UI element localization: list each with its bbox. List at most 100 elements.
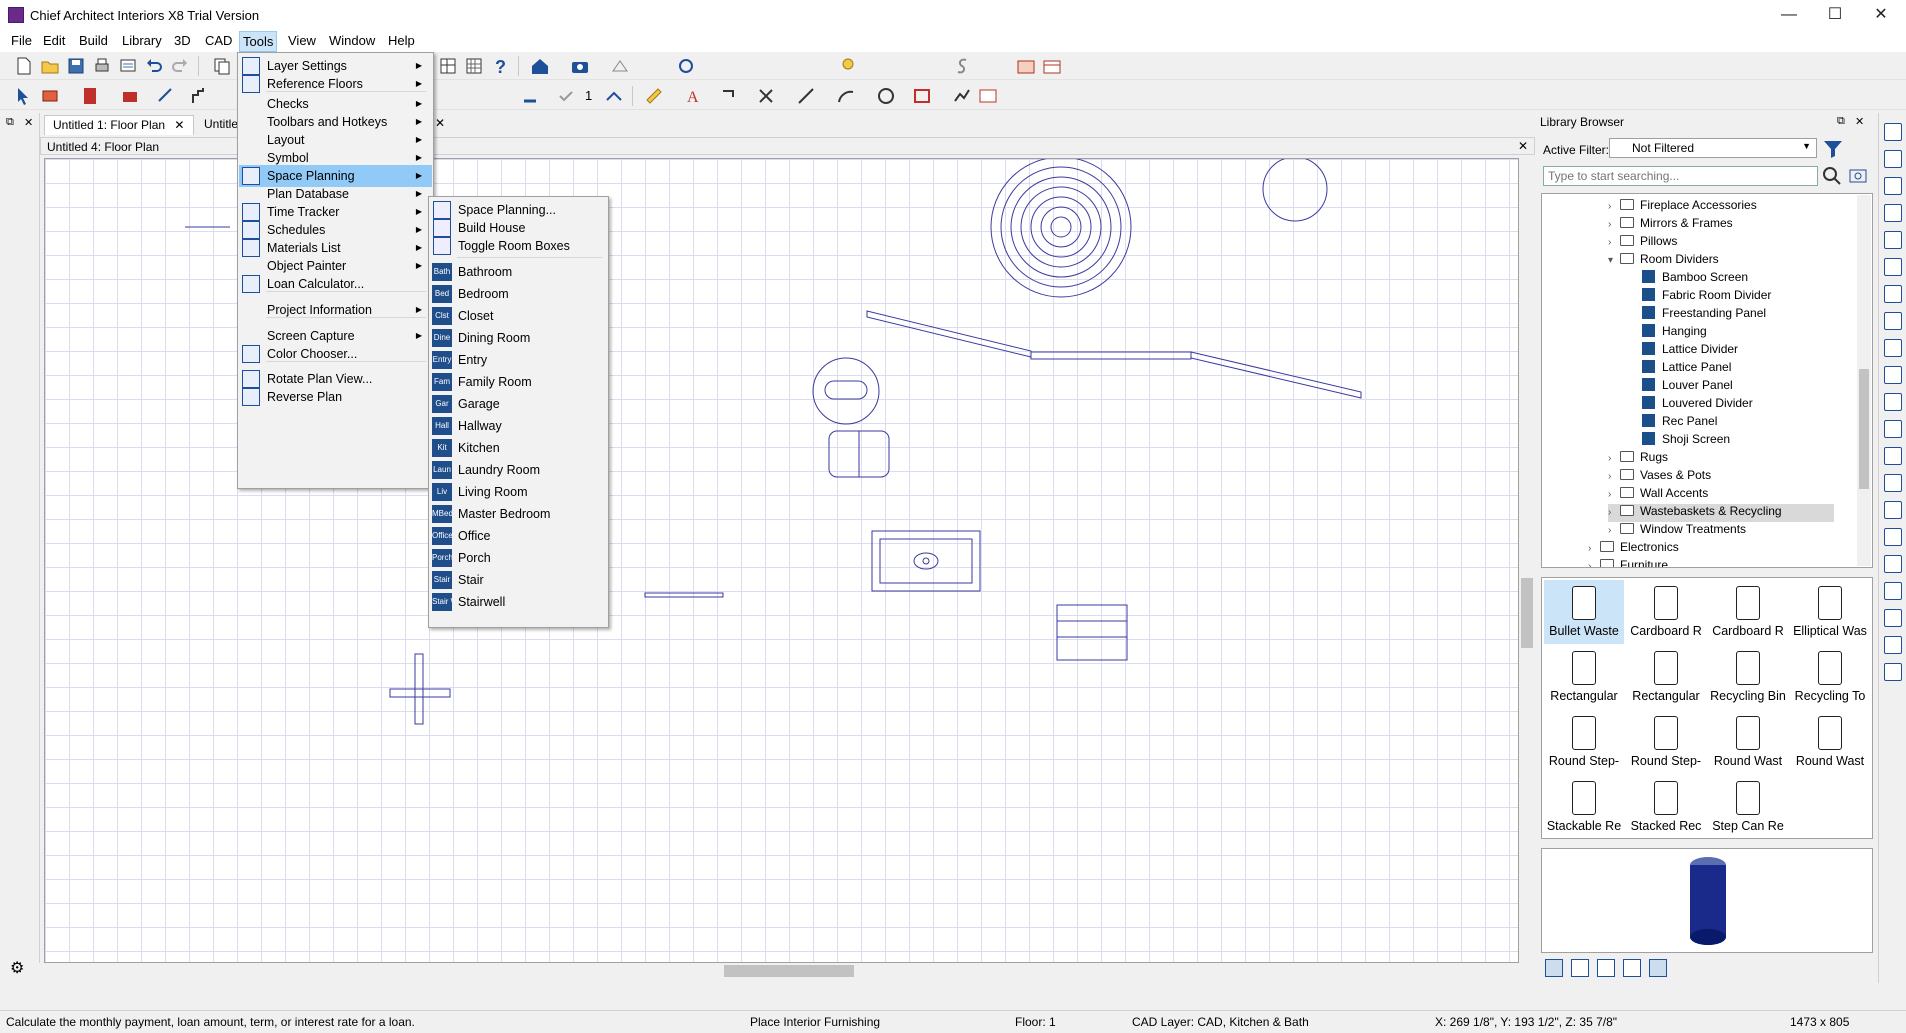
tools-menu-item-reverse-plan[interactable]: Reverse Plan bbox=[239, 386, 432, 408]
elevation-icon[interactable] bbox=[1042, 56, 1062, 76]
space-planning-item-entry[interactable]: Entry Entry bbox=[430, 349, 607, 371]
space-planning-item-bedroom[interactable]: Bed Bedroom bbox=[430, 283, 607, 305]
page-icon[interactable] bbox=[1884, 366, 1902, 384]
callout-icon[interactable] bbox=[720, 86, 740, 106]
space-planning-item-living-room[interactable]: Liv Living Room bbox=[430, 481, 607, 503]
search-object-icon[interactable] bbox=[1884, 474, 1902, 492]
s-curve-icon[interactable] bbox=[952, 56, 972, 76]
chevron-down-icon[interactable]: ▾ bbox=[1608, 255, 1620, 266]
new-document-icon[interactable] bbox=[14, 56, 34, 76]
layers-icon[interactable] bbox=[1884, 312, 1902, 330]
tree-item[interactable]: Hanging bbox=[1642, 324, 1707, 342]
chevron-right-icon[interactable]: › bbox=[1608, 237, 1620, 248]
library-search-input[interactable] bbox=[1543, 166, 1818, 186]
polyline-tool-icon[interactable] bbox=[952, 86, 972, 106]
library-item[interactable]: Stackable Re bbox=[1544, 775, 1624, 839]
tree-item[interactable]: Freestanding Panel bbox=[1642, 306, 1766, 324]
library-item[interactable]: Rectangular bbox=[1626, 645, 1706, 709]
tree-item[interactable]: Lattice Divider bbox=[1642, 342, 1738, 360]
library-item[interactable]: Round Step- bbox=[1626, 710, 1706, 774]
library-details-icon[interactable] bbox=[1597, 959, 1615, 977]
wall-tool-icon[interactable] bbox=[40, 86, 60, 106]
text-tool-icon[interactable]: A bbox=[684, 86, 704, 106]
library-item[interactable]: Step Can Re bbox=[1708, 775, 1788, 839]
fill-tool-icon[interactable] bbox=[520, 86, 540, 106]
space-planning-item-family-room[interactable]: Fam Family Room bbox=[430, 371, 607, 393]
tree-item[interactable]: Fabric Room Divider bbox=[1642, 288, 1771, 306]
line-tool-icon[interactable] bbox=[796, 86, 816, 106]
home-icon[interactable] bbox=[530, 56, 550, 76]
library-edit-icon[interactable] bbox=[1623, 959, 1641, 977]
tree-folder[interactable]: › Vases & Pots bbox=[1608, 468, 1711, 486]
menu-tools[interactable]: Tools bbox=[239, 31, 278, 52]
library-add-icon[interactable] bbox=[1649, 959, 1667, 977]
filter-icon[interactable] bbox=[1822, 138, 1844, 160]
search-options-icon[interactable] bbox=[1848, 166, 1868, 186]
tree-folder[interactable]: › Wastebaskets & Recycling bbox=[1608, 504, 1834, 522]
cross-icon[interactable] bbox=[756, 86, 776, 106]
chevron-right-icon[interactable]: › bbox=[1608, 489, 1620, 500]
space-planning-item-garage[interactable]: Gar Garage bbox=[430, 393, 607, 415]
tree-scrollbar[interactable] bbox=[1857, 195, 1871, 566]
menu-build[interactable]: Build bbox=[76, 33, 111, 48]
arc-tool-icon[interactable] bbox=[836, 86, 856, 106]
redo-icon[interactable] bbox=[170, 56, 190, 76]
tree-folder[interactable]: › Fireplace Accessories bbox=[1608, 198, 1757, 216]
menu-library[interactable]: Library bbox=[119, 33, 165, 48]
tree-folder[interactable]: › Electronics bbox=[1588, 540, 1679, 558]
settings-gear-icon[interactable]: ⚙ bbox=[10, 958, 24, 978]
camera-icon[interactable] bbox=[570, 56, 590, 76]
space-planning-item-kitchen[interactable]: Kit Kitchen bbox=[430, 437, 607, 459]
tree-folder[interactable]: › Pillows bbox=[1608, 234, 1677, 252]
save-icon[interactable] bbox=[66, 56, 86, 76]
space-planning-item-toggle-room-boxes[interactable]: Toggle Room Boxes bbox=[430, 235, 607, 257]
zoom-plus-icon[interactable] bbox=[1884, 150, 1902, 168]
chevron-right-icon[interactable]: › bbox=[1588, 561, 1600, 567]
place-object-icon[interactable] bbox=[1884, 393, 1902, 411]
library-item[interactable]: Elliptical Was bbox=[1790, 580, 1870, 644]
library-item[interactable]: Round Wast bbox=[1790, 710, 1870, 774]
menu-file[interactable]: File bbox=[8, 33, 35, 48]
stair-tool-icon[interactable] bbox=[190, 86, 210, 106]
library-item[interactable]: Recycling Bin bbox=[1708, 645, 1788, 709]
cabinet-icon[interactable] bbox=[1884, 420, 1902, 438]
grid-snap-icon[interactable] bbox=[1884, 609, 1902, 627]
circle-tool-icon[interactable] bbox=[876, 86, 896, 106]
tree-folder[interactable]: › Furniture bbox=[1588, 558, 1668, 567]
dimension-icon[interactable] bbox=[1884, 501, 1902, 519]
open-folder-icon[interactable] bbox=[40, 56, 60, 76]
cad-block-icon[interactable] bbox=[978, 86, 998, 106]
chevron-right-icon[interactable]: › bbox=[1608, 201, 1620, 212]
cabinet-tool-icon[interactable] bbox=[120, 86, 140, 106]
maximize-button[interactable]: ☐ bbox=[1812, 0, 1858, 30]
chevron-right-icon[interactable]: › bbox=[1608, 471, 1620, 482]
document-close-icon[interactable]: ✕ bbox=[1518, 139, 1528, 153]
swap-icon[interactable] bbox=[1884, 339, 1902, 357]
library-item[interactable]: Rectangular bbox=[1544, 645, 1624, 709]
space-planning-item-porch[interactable]: Porch Porch bbox=[430, 547, 607, 569]
chevron-up-icon[interactable] bbox=[604, 86, 624, 106]
library-item[interactable]: Recycling To bbox=[1790, 645, 1870, 709]
grid-icon[interactable] bbox=[1884, 582, 1902, 600]
library-list-icon[interactable] bbox=[1571, 959, 1589, 977]
vertical-scrollbar[interactable] bbox=[1519, 158, 1535, 963]
tab-close-icon[interactable]: ✕ bbox=[174, 118, 184, 132]
tree-folder[interactable]: › Mirrors & Frames bbox=[1608, 216, 1733, 234]
fit-icon[interactable] bbox=[1884, 231, 1902, 249]
expand-icon[interactable] bbox=[1884, 258, 1902, 276]
chevron-right-icon[interactable]: › bbox=[1608, 219, 1620, 230]
chevron-right-icon[interactable]: › bbox=[1608, 525, 1620, 536]
tree-folder[interactable]: ▾ Room Dividers bbox=[1608, 252, 1719, 270]
chevron-right-icon[interactable]: › bbox=[1608, 507, 1620, 518]
tree-folder[interactable]: › Rugs bbox=[1608, 450, 1668, 468]
menu-help[interactable]: Help bbox=[385, 33, 418, 48]
chevron-right-icon[interactable]: › bbox=[1588, 543, 1600, 554]
space-planning-item-stair[interactable]: Stair Stair bbox=[430, 569, 607, 591]
space-planning-item-office[interactable]: Office Office bbox=[430, 525, 607, 547]
close-panel-icon[interactable]: ✕ bbox=[1855, 115, 1864, 128]
undo-icon[interactable] bbox=[144, 56, 164, 76]
library-item[interactable]: Cardboard R bbox=[1708, 580, 1788, 644]
tab-untitled-1[interactable]: Untitled 1: Floor Plan ✕ bbox=[44, 115, 194, 135]
tree-folder[interactable]: › Wall Accents bbox=[1608, 486, 1708, 504]
library-item[interactable]: Cardboard R bbox=[1626, 580, 1706, 644]
